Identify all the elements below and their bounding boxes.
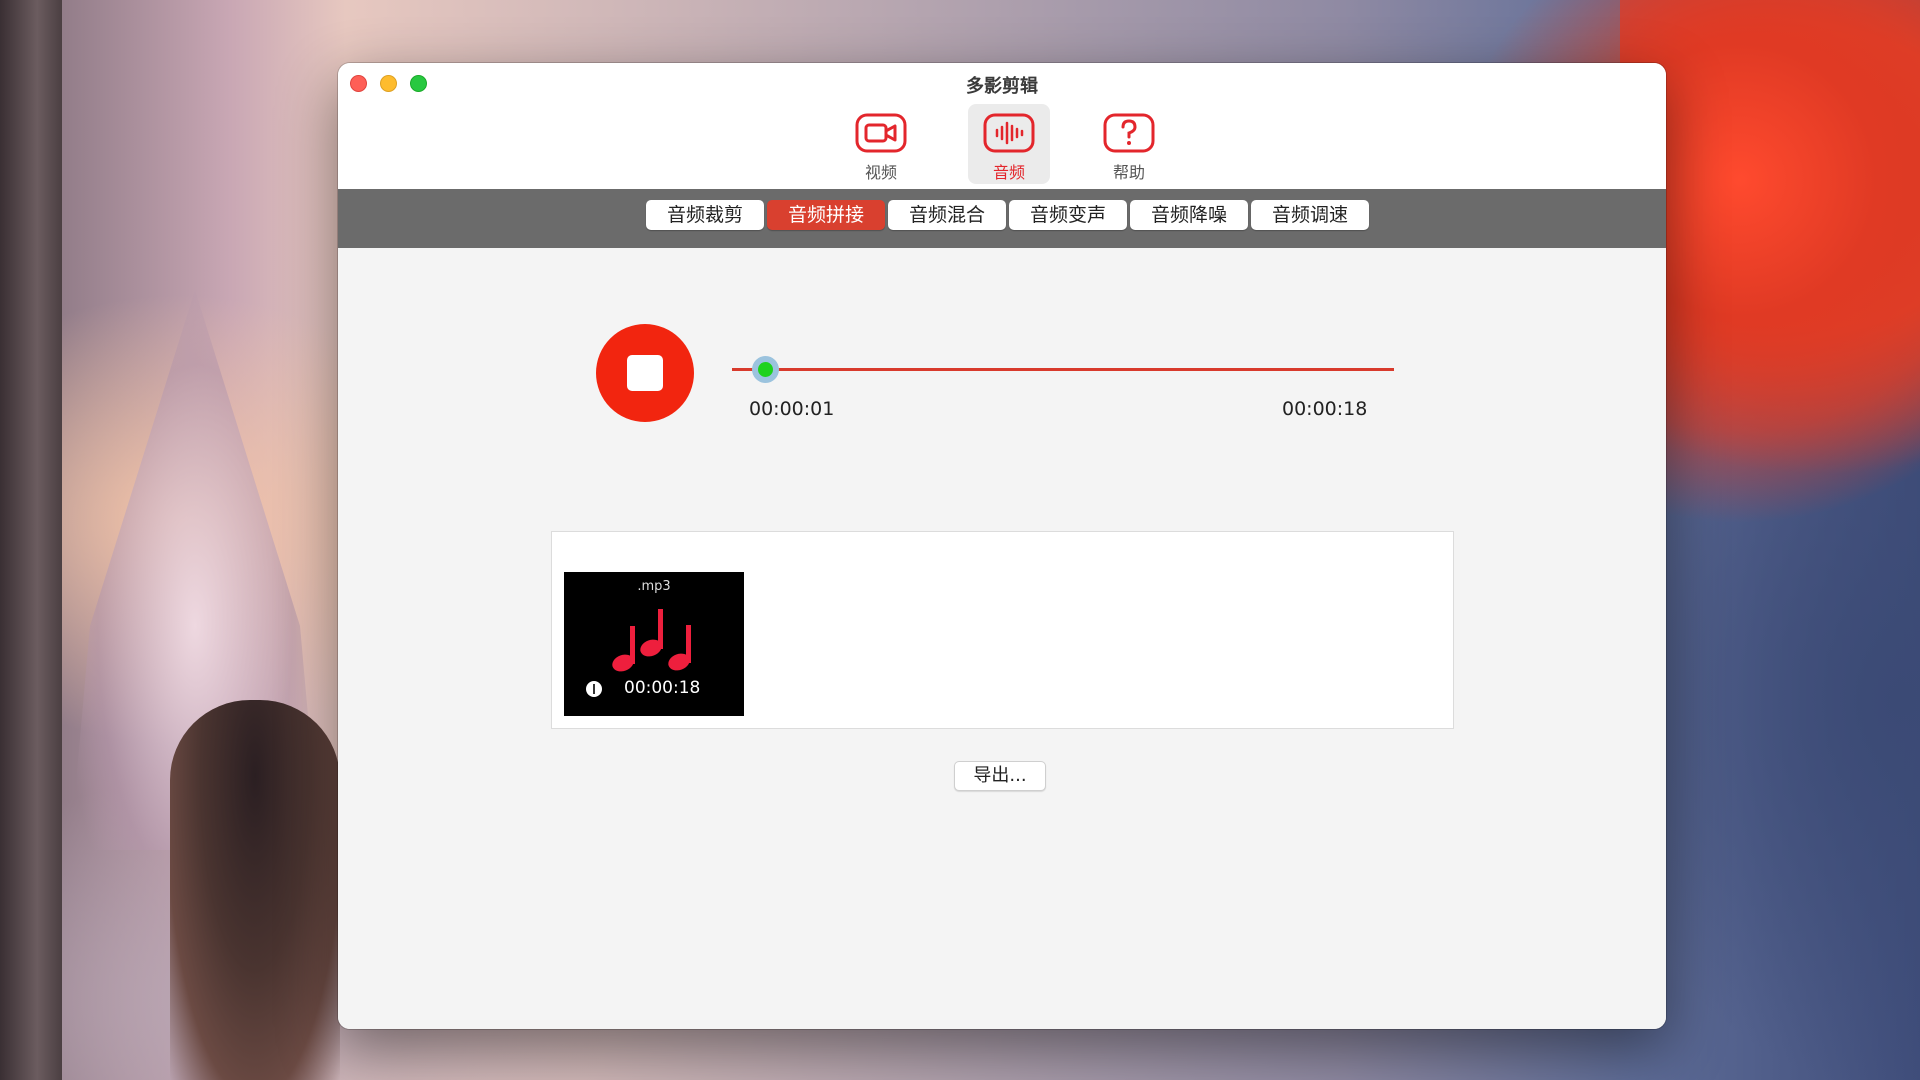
toolbar-audio-button[interactable]: 音频	[968, 104, 1050, 184]
stop-icon	[627, 355, 663, 391]
app-window: 多影剪辑 视频 音频 帮助 音频裁剪 音频拼接 音频混合 音频变声 音频降噪 音…	[338, 63, 1666, 1029]
tab-audio-trim[interactable]: 音频裁剪	[646, 200, 764, 230]
toolbar-audio-label: 音频	[992, 163, 1025, 182]
tab-noise-reduction[interactable]: 音频降噪	[1130, 200, 1248, 230]
toolbar-video-button[interactable]: 视频	[840, 104, 922, 184]
wallpaper-tree-trunk	[0, 0, 62, 1080]
tab-audio-merge[interactable]: 音频拼接	[767, 200, 885, 230]
video-camera-icon	[855, 113, 907, 153]
current-time: 00:00:01	[749, 398, 835, 420]
function-tab-bar: 音频裁剪 音频拼接 音频混合 音频变声 音频降噪 音频调速	[338, 189, 1666, 248]
file-extension: .mp3	[637, 579, 671, 594]
help-question-icon	[1103, 113, 1155, 153]
toolbar-help-label: 帮助	[1112, 163, 1145, 182]
audio-waveform-icon	[983, 113, 1035, 153]
stop-button[interactable]	[596, 324, 694, 422]
title-bar: 多影剪辑 视频 音频 帮助	[338, 63, 1666, 189]
file-duration: 00:00:18	[624, 678, 701, 698]
audio-file-list[interactable]: .mp3 00:00:18	[551, 531, 1454, 729]
playhead-knob[interactable]	[752, 356, 780, 383]
tab-audio-mix[interactable]: 音频混合	[888, 200, 1006, 230]
tab-speed-adjust[interactable]: 音频调速	[1251, 200, 1369, 230]
tab-group: 音频裁剪 音频拼接 音频混合 音频变声 音频降噪 音频调速	[646, 200, 1369, 230]
toolbar-video-label: 视频	[864, 163, 897, 182]
window-title: 多影剪辑	[966, 76, 1038, 97]
toolbar-help-button[interactable]: 帮助	[1088, 104, 1170, 184]
playback-progress-bar[interactable]	[732, 356, 1394, 383]
tab-voice-change[interactable]: 音频变声	[1009, 200, 1127, 230]
total-time: 00:00:18	[1282, 398, 1368, 420]
audio-file-item[interactable]: .mp3 00:00:18	[564, 572, 744, 716]
music-notes-icon	[612, 609, 691, 672]
wallpaper-figure	[170, 700, 340, 1080]
main-content: 00:00:01 00:00:18 .mp3 00:00:18 导出...	[338, 248, 1666, 1029]
duration-icon	[586, 681, 602, 697]
export-button[interactable]: 导出...	[954, 761, 1046, 791]
